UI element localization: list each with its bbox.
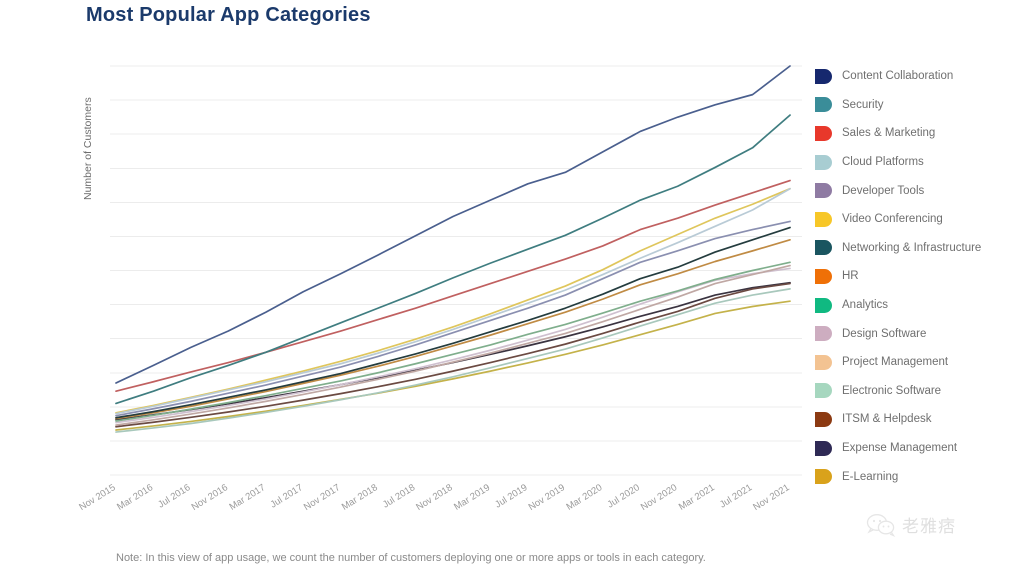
x-tick-label: Nov 2020 (639, 482, 679, 513)
chart-legend: Content Collaboration Security Sales & Mar… (815, 62, 981, 491)
legend-item-label: Electronic Software (842, 384, 942, 397)
legend-item-label: Expense Management (842, 442, 958, 455)
legend-item[interactable]: Networking & Infrastructure (815, 234, 981, 263)
legend-swatch-icon (815, 154, 832, 170)
legend-item[interactable]: Electronic Software (815, 377, 981, 406)
series-line (115, 220, 791, 417)
legend-swatch-icon (815, 268, 832, 284)
x-tick-label: Jul 2017 (269, 482, 305, 510)
legend-item[interactable]: HR (815, 262, 981, 291)
x-tick-label: Nov 2015 (77, 482, 117, 513)
legend-item-label: Content Collaboration (842, 70, 954, 83)
x-tick-label: Jul 2021 (718, 482, 754, 510)
legend-item-label: Video Conferencing (842, 213, 943, 226)
legend-swatch-icon (815, 68, 832, 84)
x-tick-label: Jul 2020 (606, 482, 642, 510)
x-tick-label: Mar 2017 (227, 482, 267, 513)
legend-item[interactable]: E-Learning (815, 462, 981, 491)
legend-swatch-icon (815, 354, 832, 370)
legend-item-label: Networking & Infrastructure (842, 241, 982, 254)
legend-item-label: HR (842, 270, 859, 283)
wechat-icon (866, 513, 896, 537)
x-tick-label: Jul 2018 (381, 482, 417, 510)
legend-item[interactable]: Video Conferencing (815, 205, 981, 234)
legend-item-label: Sales & Marketing (842, 127, 936, 140)
x-tick-label: Mar 2020 (564, 482, 604, 513)
legend-item-label: Design Software (842, 327, 927, 340)
legend-swatch-icon (815, 183, 832, 199)
series-lines (115, 65, 791, 433)
legend-item-label: Analytics (842, 299, 889, 312)
legend-item[interactable]: Content Collaboration (815, 62, 981, 91)
x-tick-label: Mar 2021 (677, 482, 717, 513)
chart-note: Note: In this view of app usage, we coun… (116, 552, 706, 564)
x-tick-label: Mar 2018 (340, 482, 380, 513)
legend-item[interactable]: Security (815, 91, 981, 120)
watermark: 老雅痞 (866, 512, 956, 537)
x-tick-label: Nov 2017 (302, 482, 342, 513)
watermark-text: 老雅痞 (902, 517, 956, 537)
x-tick-label: Mar 2019 (452, 482, 492, 513)
legend-swatch-icon (815, 326, 832, 342)
legend-item[interactable]: ITSM & Helpdesk (815, 405, 981, 434)
legend-swatch-icon (815, 411, 832, 427)
legend-swatch-icon (815, 469, 832, 485)
legend-swatch-icon (815, 383, 832, 399)
legend-item-label: Project Management (842, 356, 949, 369)
x-tick-label: Mar 2016 (115, 482, 155, 513)
x-axis-tick-labels: Nov 2015Mar 2016 Jul 2016Nov 2016Mar 2017… (77, 482, 791, 513)
x-tick-label: Nov 2016 (190, 482, 230, 513)
series-line (115, 261, 791, 422)
series-line (115, 226, 791, 419)
legend-item[interactable]: Analytics (815, 291, 981, 320)
legend-item[interactable]: Developer Tools (815, 176, 981, 205)
legend-swatch-icon (815, 440, 832, 456)
series-line (115, 65, 791, 384)
legend-item-label: Security (842, 98, 884, 111)
legend-item-label: Cloud Platforms (842, 156, 924, 169)
legend-item[interactable]: Expense Management (815, 434, 981, 463)
y-axis-title: Number of Customers (82, 97, 94, 200)
legend-item-label: ITSM & Helpdesk (842, 413, 932, 426)
legend-item[interactable]: Sales & Marketing (815, 119, 981, 148)
x-tick-label: Nov 2019 (527, 482, 567, 513)
legend-swatch-icon (815, 97, 832, 113)
legend-item-label: Developer Tools (842, 184, 925, 197)
x-tick-label: Jul 2019 (493, 482, 529, 510)
x-tick-label: Nov 2021 (751, 482, 791, 513)
series-line (115, 187, 791, 415)
chart-card: Most Popular App Categories Nov 2015 Mar … (0, 0, 1024, 574)
x-tick-label: Nov 2018 (414, 482, 454, 513)
legend-swatch-icon (815, 297, 832, 313)
legend-item[interactable]: Project Management (815, 348, 981, 377)
legend-item[interactable]: Cloud Platforms (815, 148, 981, 177)
legend-swatch-icon (815, 240, 832, 256)
legend-swatch-icon (815, 211, 832, 227)
x-tick-label: Jul 2016 (156, 482, 192, 510)
legend-item[interactable]: Design Software (815, 319, 981, 348)
legend-swatch-icon (815, 125, 832, 141)
legend-item-label: E-Learning (842, 470, 899, 483)
